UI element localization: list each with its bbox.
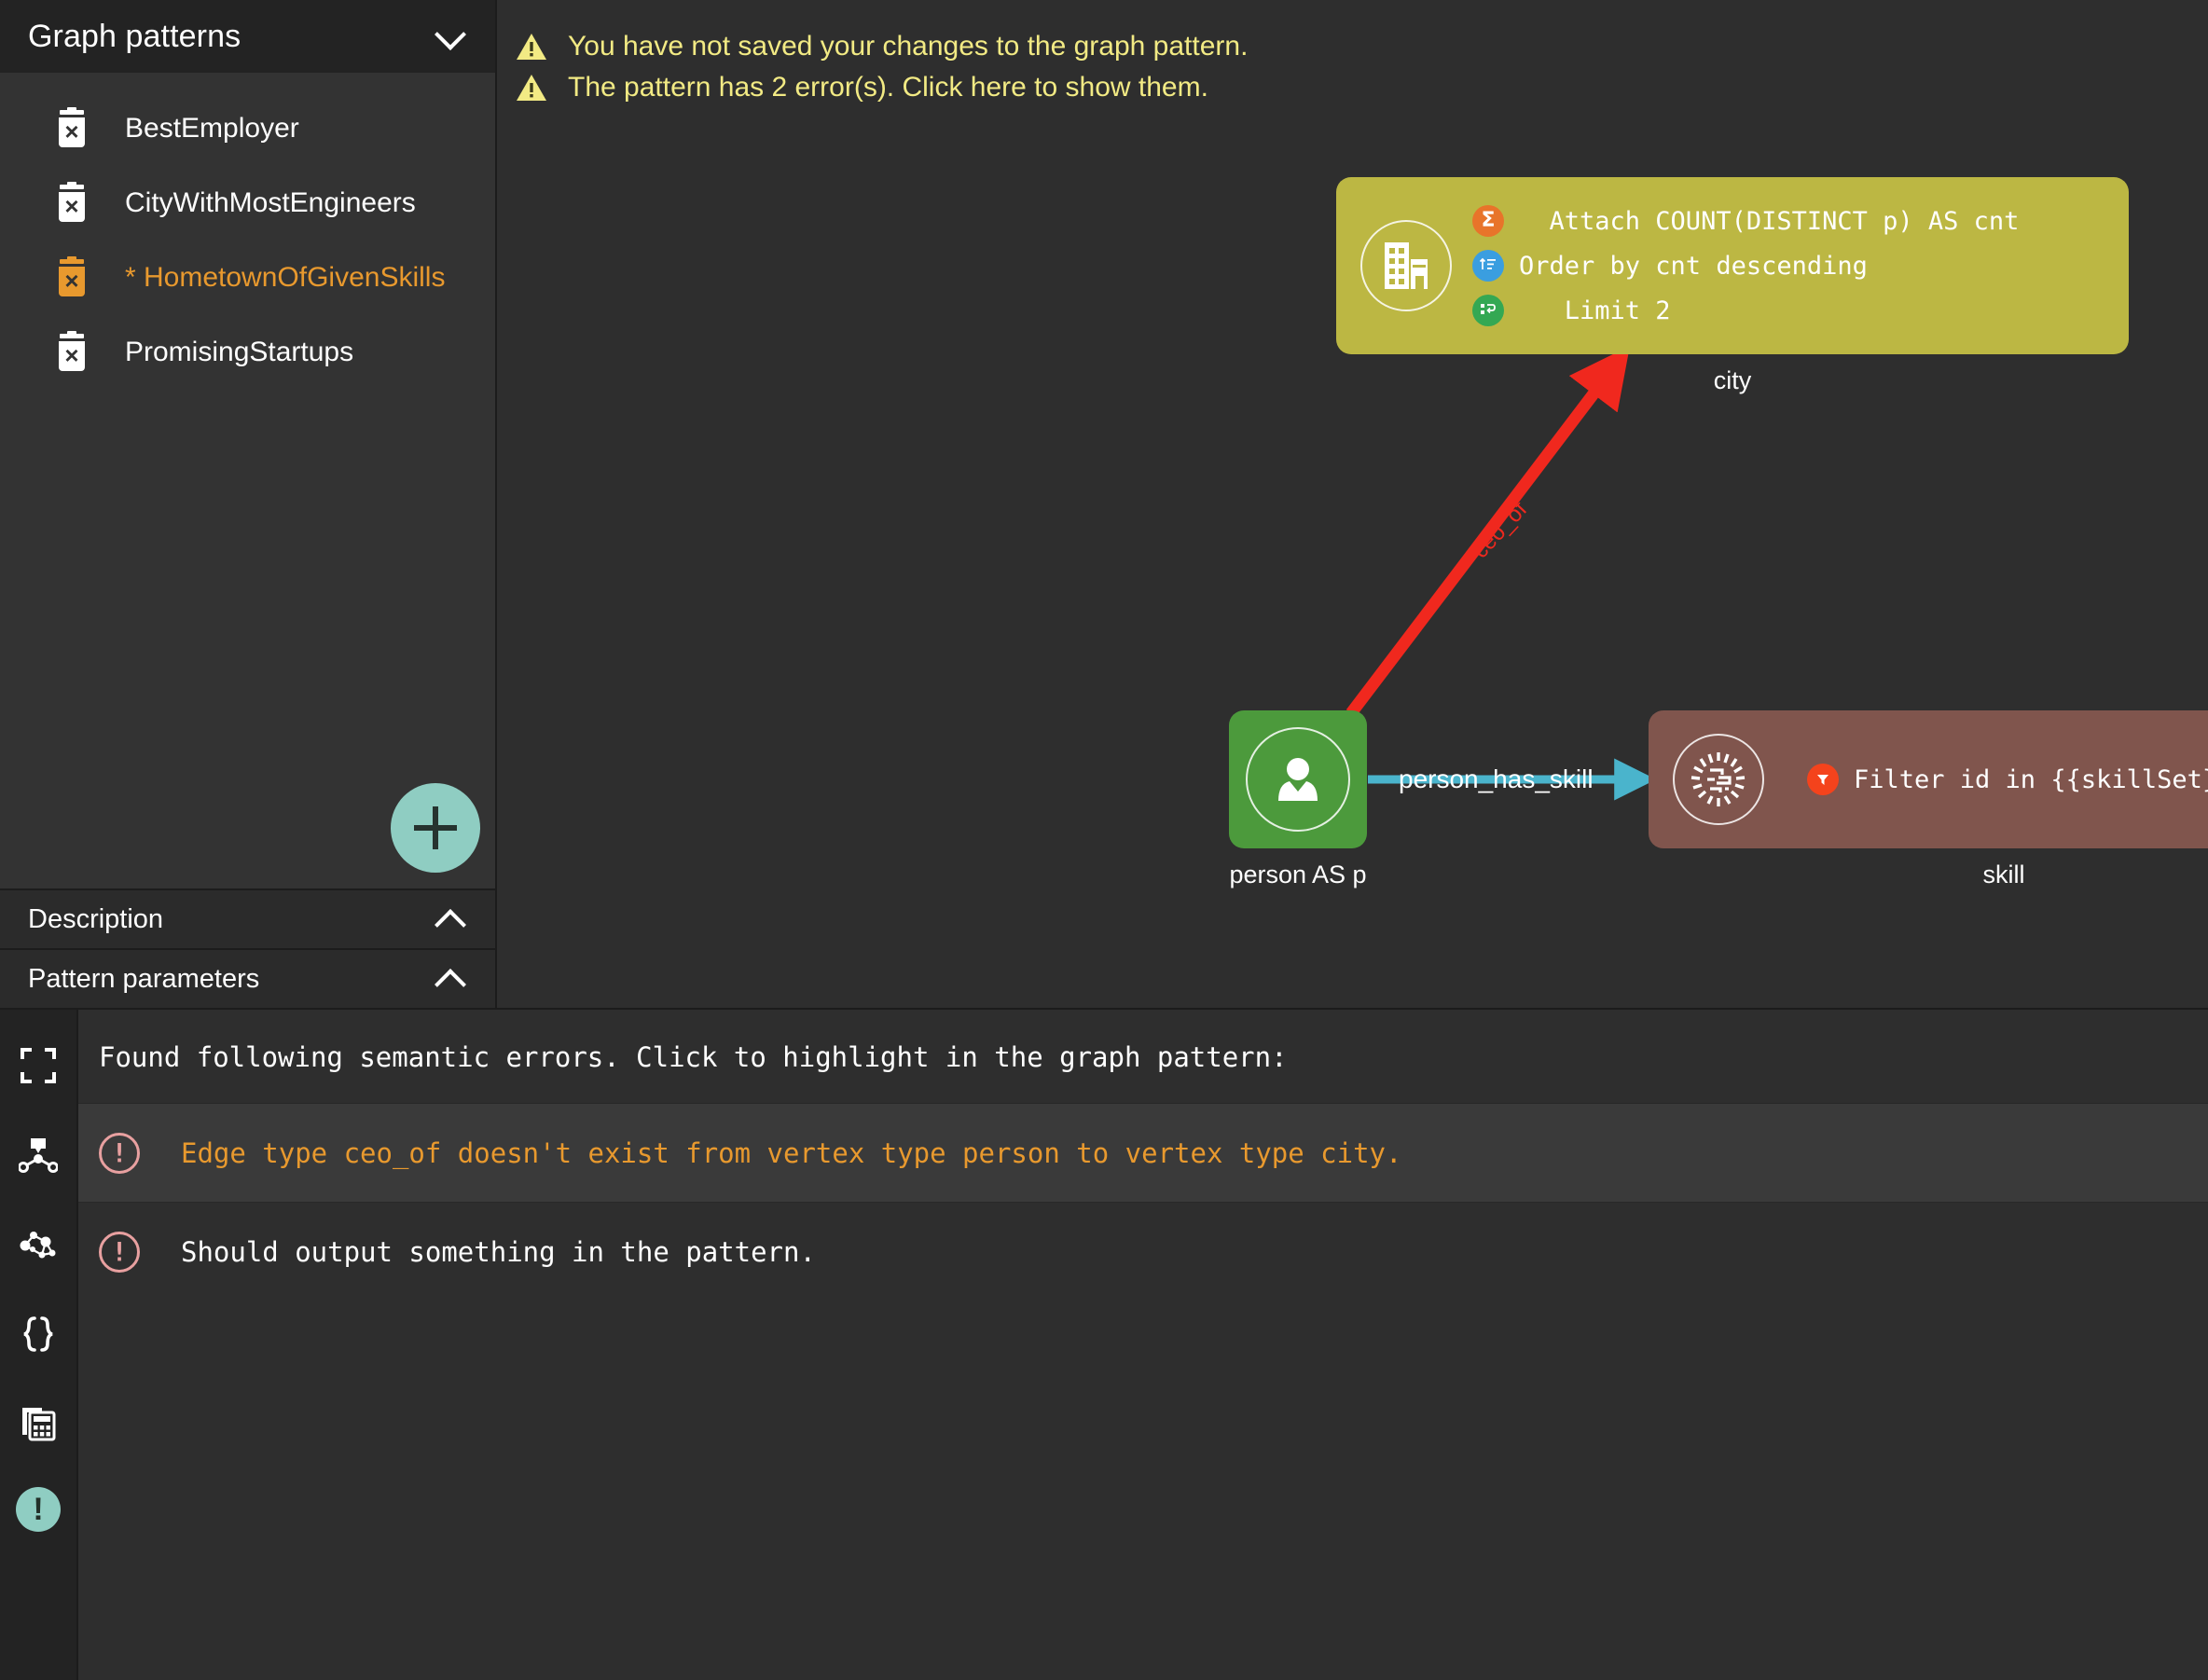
statement-order-by[interactable]: Order by cnt descending [1472, 249, 2019, 282]
section-description-label: Description [28, 903, 164, 934]
results-panel: ! Found following semantic errors. Click… [0, 1008, 2208, 1680]
section-pattern-parameters[interactable]: Pattern parameters [0, 948, 495, 1008]
pattern-item-citywithmostengineers[interactable]: CityWithMostEngineers [0, 166, 495, 241]
expand-fullscreen-icon[interactable] [12, 1040, 64, 1092]
trash-delete-icon[interactable] [56, 256, 88, 296]
statement-limit[interactable]: Limit 2 [1472, 294, 2019, 327]
sidebar-title: Graph patterns [28, 18, 242, 54]
table-results-icon[interactable] [12, 1398, 64, 1450]
error-list-header: Found following semantic errors. Click t… [99, 1041, 1288, 1073]
error-list-empty-space [78, 1301, 2208, 1680]
sum-aggregate-icon: Σ [1472, 205, 1504, 237]
graph-pattern-icon[interactable] [12, 1129, 64, 1181]
warning-text: You have not saved your changes to the g… [568, 31, 1249, 62]
edge-label-person-has-skill[interactable]: person_has_skill [1399, 764, 1594, 794]
warning-text: The pattern has 2 error(s). Click here t… [568, 72, 1208, 103]
node-label-city: city [1713, 366, 1752, 394]
pattern-canvas[interactable]: You have not saved your changes to the g… [497, 0, 2208, 1008]
order-by-icon [1472, 250, 1504, 282]
pattern-item-label: BestEmployer [125, 113, 299, 144]
chevron-down-icon[interactable] [432, 18, 469, 55]
node-person[interactable]: person AS p [1229, 710, 1367, 888]
statement-text: Order by cnt descending [1519, 251, 1868, 281]
warning-unsaved-changes[interactable]: You have not saved your changes to the g… [516, 26, 1248, 67]
error-alert-icon[interactable]: ! [16, 1487, 61, 1532]
building-city-icon [1360, 220, 1452, 311]
error-circle-icon: ! [99, 1132, 140, 1174]
trash-delete-icon[interactable] [56, 182, 88, 222]
node-label-skill: skill [1982, 861, 2025, 888]
error-text: Edge type ceo_of doesn't exist from vert… [181, 1136, 1402, 1169]
sidebar: Graph patterns BestEmployer CityWithMost… [0, 0, 497, 1008]
edge-layer [1346, 346, 1657, 801]
statement-text: Attach COUNT(DISTINCT p) AS cnt [1519, 206, 2020, 236]
graph-pattern-list: BestEmployer CityWithMostEngineers * Hom… [0, 73, 495, 888]
pattern-item-label: CityWithMostEngineers [125, 187, 416, 218]
add-pattern-button[interactable] [391, 783, 480, 873]
trash-delete-icon[interactable] [56, 107, 88, 147]
pattern-item-hometownofgivenskills[interactable]: * HometownOfGivenSkills [0, 241, 495, 315]
graph-pattern-editor: Graph patterns BestEmployer CityWithMost… [0, 0, 2208, 1680]
results-icon-rail: ! [0, 1010, 78, 1680]
network-graph-icon[interactable] [12, 1219, 64, 1271]
pattern-item-label: * HometownOfGivenSkills [125, 262, 446, 293]
node-city[interactable]: Σ Attach COUNT(DISTINCT p) AS cnt Order … [1336, 177, 2129, 394]
error-circle-icon: ! [99, 1231, 140, 1273]
node-skill[interactable]: Filter id in {{skillSet}} skill [1649, 710, 2208, 888]
chevron-up-icon[interactable] [432, 901, 469, 938]
limit-icon [1472, 295, 1504, 326]
error-row[interactable]: ! Edge type ceo_of doesn't exist from ve… [78, 1103, 2208, 1202]
trash-delete-icon[interactable] [56, 331, 88, 371]
error-text: Should output something in the pattern. [181, 1235, 816, 1268]
filter-funnel-icon [1807, 764, 1839, 795]
warning-banner: You have not saved your changes to the g… [516, 26, 1248, 108]
error-list: Found following semantic errors. Click t… [78, 1010, 2208, 1680]
edge-label-ceo-of[interactable]: ceo_of [1468, 497, 1533, 564]
city-statements: Σ Attach COUNT(DISTINCT p) AS cnt Order … [1472, 204, 2019, 327]
statement-text: Filter id in {{skillSet}} [1854, 764, 2208, 794]
statement-filter[interactable]: Filter id in {{skillSet}} [1807, 763, 2208, 796]
statement-text: Limit 2 [1519, 296, 1671, 325]
warning-triangle-icon [516, 74, 547, 102]
section-pattern-parameters-label: Pattern parameters [28, 963, 260, 994]
warning-triangle-icon [516, 33, 547, 61]
pattern-item-label: PromisingStartups [125, 337, 354, 367]
json-braces-icon[interactable] [12, 1308, 64, 1360]
statement-attach[interactable]: Σ Attach COUNT(DISTINCT p) AS cnt [1472, 204, 2019, 238]
person-avatar-icon [1246, 727, 1350, 832]
error-row[interactable]: ! Should output something in the pattern… [78, 1202, 2208, 1301]
skill-statements: Filter id in {{skillSet}} [1807, 763, 2208, 796]
section-description[interactable]: Description [0, 888, 495, 948]
pattern-item-promisingstartups[interactable]: PromisingStartups [0, 315, 495, 390]
warning-pattern-errors[interactable]: The pattern has 2 error(s). Click here t… [516, 67, 1248, 108]
editor-top-region: Graph patterns BestEmployer CityWithMost… [0, 0, 2208, 1008]
chip-skill-icon [1673, 734, 1764, 825]
chevron-up-icon[interactable] [432, 960, 469, 998]
pattern-item-bestemployer[interactable]: BestEmployer [0, 91, 495, 166]
node-label-person: person AS p [1229, 861, 1367, 888]
sidebar-header[interactable]: Graph patterns [0, 0, 495, 73]
